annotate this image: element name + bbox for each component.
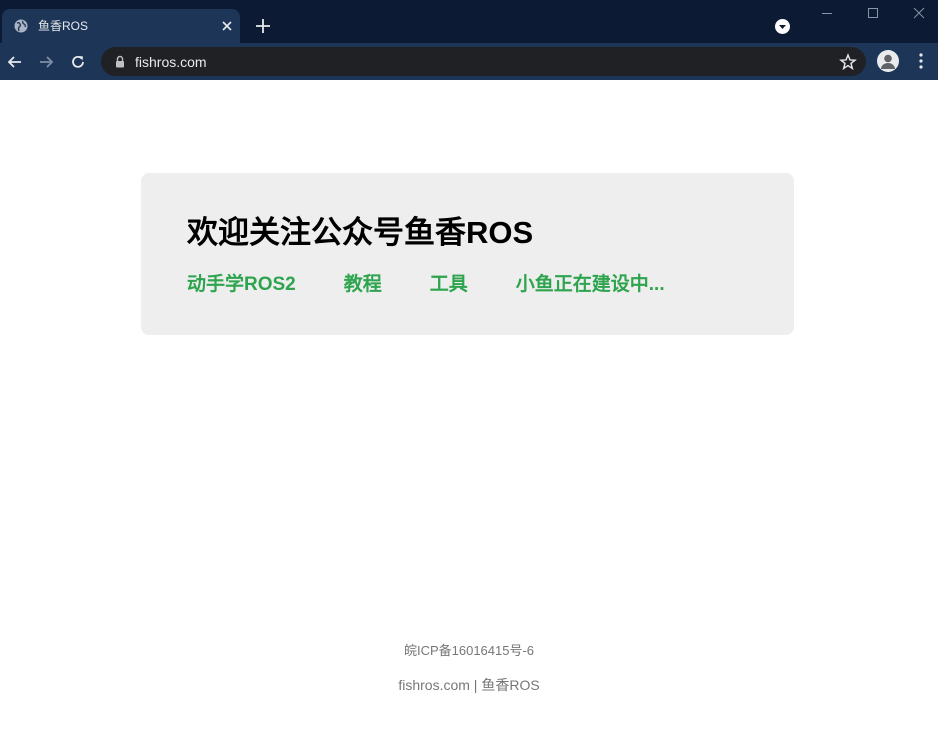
footer-separator: | [473, 677, 478, 693]
url-text[interactable]: fishros.com [135, 54, 207, 70]
footer-brand: 鱼香ROS [481, 677, 540, 693]
back-arrow-icon[interactable] [6, 53, 24, 71]
footer-site: fishros.com | 鱼香ROS [0, 676, 938, 694]
nav-links: 动手学ROS2 教程 工具 小鱼正在建设中... [187, 273, 665, 297]
reload-icon[interactable] [69, 53, 87, 71]
plus-icon[interactable] [254, 17, 272, 35]
browser-titlebar: 鱼香ROS [0, 0, 938, 43]
link-tutorials[interactable]: 教程 [344, 273, 382, 297]
browser-toolbar: fishros.com [0, 43, 938, 80]
dropdown-icon[interactable] [775, 19, 790, 34]
lock-icon[interactable] [114, 55, 126, 69]
tab-title: 鱼香ROS [38, 19, 89, 33]
browser-tab[interactable]: 鱼香ROS [2, 9, 240, 43]
minimize-icon[interactable] [820, 6, 834, 20]
forward-arrow-icon[interactable] [37, 53, 55, 71]
link-under-construction[interactable]: 小鱼正在建设中... [516, 273, 665, 297]
link-learn-ros2[interactable]: 动手学ROS2 [187, 273, 296, 297]
maximize-icon[interactable] [866, 6, 880, 20]
profile-icon[interactable] [877, 50, 899, 72]
welcome-card: 欢迎关注公众号鱼香ROS 动手学ROS2 教程 工具 小鱼正在建设中... [141, 173, 794, 335]
close-icon[interactable] [220, 19, 234, 33]
star-icon[interactable] [839, 53, 857, 71]
globe-icon [14, 19, 28, 33]
footer-site-domain[interactable]: fishros.com [398, 677, 470, 693]
footer-icp[interactable]: 皖ICP备16016415号-6 [0, 643, 938, 659]
page-title: 欢迎关注公众号鱼香ROS [187, 215, 534, 250]
link-tools[interactable]: 工具 [430, 273, 468, 297]
address-bar[interactable]: fishros.com [101, 47, 866, 76]
kebab-menu-icon[interactable] [916, 52, 926, 70]
window-close-icon[interactable] [912, 6, 926, 20]
